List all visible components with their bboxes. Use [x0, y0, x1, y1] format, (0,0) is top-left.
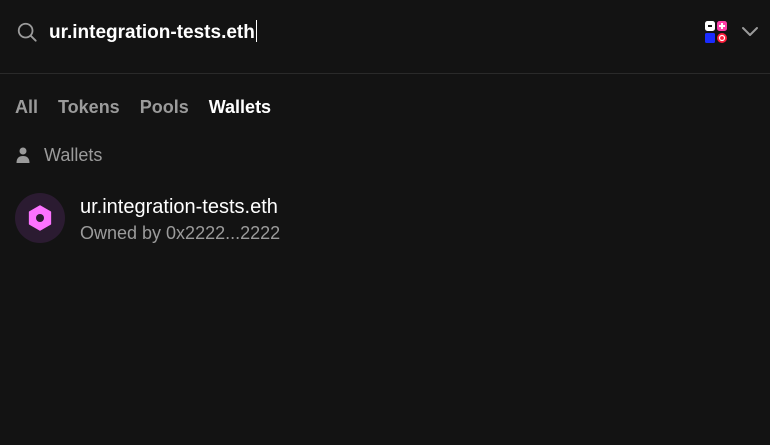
tab-tokens[interactable]: Tokens	[58, 95, 120, 119]
multi-chain-icon[interactable]	[704, 20, 728, 44]
search-bar: ur.integration-tests.eth	[0, 0, 770, 74]
wallet-owner: Owned by 0x2222...2222	[80, 223, 281, 243]
wallet-result-row[interactable]: ur.integration-tests.eth Owned by 0x2222…	[0, 185, 770, 251]
tab-wallets[interactable]: Wallets	[209, 95, 271, 119]
hexagon-icon	[28, 205, 52, 231]
user-icon	[16, 147, 30, 163]
filter-tabs: All Tokens Pools Wallets	[15, 95, 271, 119]
search-input-value: ur.integration-tests.eth	[49, 22, 255, 43]
tab-all[interactable]: All	[15, 95, 38, 119]
search-icon	[17, 22, 37, 42]
section-header-wallets: Wallets	[16, 144, 102, 166]
section-label: Wallets	[44, 145, 103, 165]
chevron-down-icon[interactable]	[741, 24, 759, 38]
search-modal: ur.integration-tests.eth All Tokens Pool…	[0, 0, 770, 445]
avatar	[15, 193, 65, 243]
tab-pools[interactable]: Pools	[140, 95, 189, 119]
search-input[interactable]: ur.integration-tests.eth	[49, 20, 257, 45]
wallet-name: ur.integration-tests.eth	[80, 196, 278, 218]
text-caret	[255, 20, 257, 42]
